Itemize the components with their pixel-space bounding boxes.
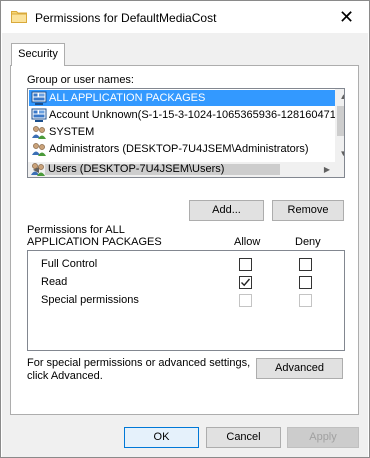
list-item[interactable]: Account Unknown(S-1-15-3-1024-1065365936…: [29, 107, 335, 123]
add-button[interactable]: Add...: [189, 200, 264, 221]
close-icon: ✕: [338, 7, 355, 27]
advanced-button[interactable]: Advanced: [256, 358, 343, 379]
remove-button[interactable]: Remove: [272, 200, 344, 221]
list-item-label: Account Unknown(S-1-15-3-1024-1065365936…: [49, 109, 335, 121]
app-packages-icon: [31, 91, 47, 105]
advanced-hint-line1: For special permissions or advanced sett…: [27, 357, 251, 369]
close-button[interactable]: ✕: [324, 1, 369, 33]
list-item-label: SYSTEM: [49, 126, 95, 138]
unknown-account-icon: [31, 108, 47, 122]
scrollbar-corner: [335, 162, 344, 177]
cancel-button[interactable]: Cancel: [206, 427, 281, 448]
list-item[interactable]: ALL APPLICATION PACKAGES: [29, 90, 335, 106]
deny-special-checkbox: [299, 294, 312, 307]
apply-button: Apply: [287, 427, 359, 448]
scroll-up-icon[interactable]: ▲: [335, 89, 344, 105]
permission-row-full-control: Full Control: [28, 256, 352, 274]
permission-name: Full Control: [41, 258, 98, 270]
permission-name: Special permissions: [41, 294, 139, 306]
deny-header: Deny: [295, 236, 321, 248]
permissions-list: Full Control Read Special permissions: [27, 250, 345, 351]
title-bar[interactable]: Permissions for DefaultMediaCost ✕: [1, 1, 369, 33]
dialog-title: Permissions for DefaultMediaCost: [35, 11, 217, 25]
deny-full-control-checkbox[interactable]: [299, 258, 312, 271]
tab-security[interactable]: Security: [11, 43, 65, 66]
permission-row-read: Read: [28, 274, 352, 292]
group-names-label: Group or user names:: [27, 74, 134, 86]
allow-header: Allow: [234, 236, 261, 248]
scroll-thumb[interactable]: [337, 106, 344, 136]
permissions-title-line2: APPLICATION PACKAGES: [27, 236, 162, 248]
list-item-label: ALL APPLICATION PACKAGES: [49, 92, 206, 104]
users-group-icon: [32, 126, 46, 139]
folder-icon: [11, 11, 27, 23]
users-group-icon: [31, 163, 45, 176]
list-vertical-scrollbar[interactable]: ▲ ▼: [335, 89, 344, 162]
allow-read-checkbox[interactable]: [239, 276, 252, 289]
permissions-title-line1: Permissions for ALL: [27, 224, 125, 236]
dialog-body: Security Group or user names: ALL APPLIC…: [2, 33, 368, 457]
permissions-dialog: Permissions for DefaultMediaCost ✕ Secur…: [0, 0, 370, 458]
deny-read-checkbox[interactable]: [299, 276, 312, 289]
allow-full-control-checkbox[interactable]: [239, 258, 252, 271]
permission-row-special: Special permissions: [28, 292, 352, 310]
scroll-down-icon[interactable]: ▼: [335, 146, 344, 162]
checkmark-icon: [241, 278, 251, 287]
list-item-label: Users (DESKTOP-7U4JSEM\Users): [48, 163, 225, 175]
users-group-icon: [32, 143, 46, 156]
list-item-label: Administrators (DESKTOP-7U4JSEM\Administ…: [49, 143, 309, 155]
list-item[interactable]: Users (DESKTOP-7U4JSEM\Users): [28, 161, 334, 177]
allow-special-checkbox: [239, 294, 252, 307]
permission-name: Read: [41, 276, 68, 288]
list-item[interactable]: SYSTEM: [29, 124, 335, 140]
list-item[interactable]: Administrators (DESKTOP-7U4JSEM\Administ…: [29, 141, 335, 157]
advanced-hint-line2: click Advanced.: [27, 370, 103, 382]
ok-button[interactable]: OK: [124, 427, 199, 448]
